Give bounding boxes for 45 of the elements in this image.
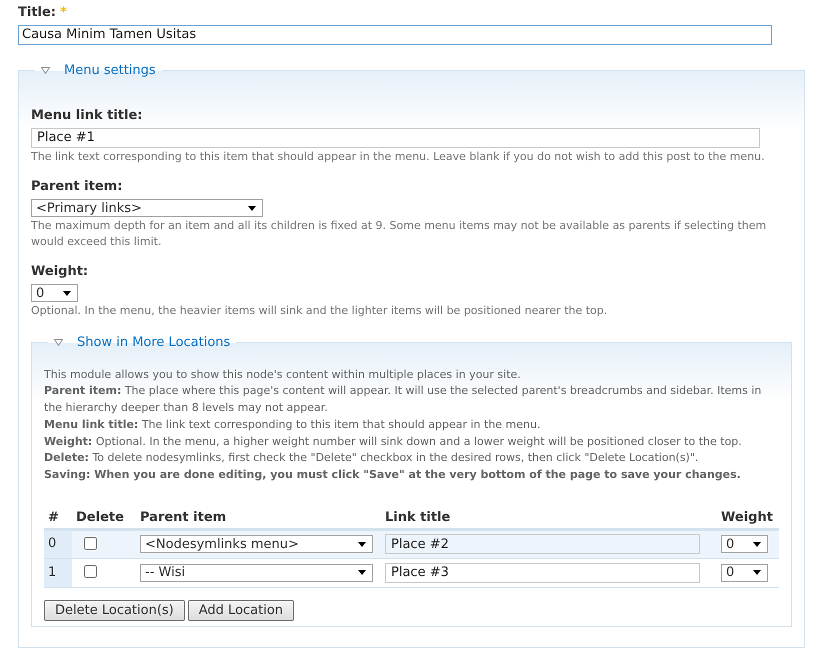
caret-icon bbox=[248, 206, 256, 210]
dropdown[interactable]: 0 bbox=[31, 284, 78, 302]
dropdown[interactable]: -- Wisi bbox=[140, 564, 373, 582]
form-button[interactable]: Add Location bbox=[188, 600, 294, 621]
checkbox[interactable] bbox=[84, 536, 97, 550]
help-text: Parent item: The place where this page's content will appear. It will use the selected parent's breadcrumbs and sidebar. Items in the hierarchy deeper than 8 levels may not appear. bbox=[44, 383, 762, 416]
required-mark: * bbox=[60, 5, 67, 21]
collapse-triangle-icon[interactable] bbox=[41, 67, 50, 74]
input-field[interactable]: Place #3 bbox=[385, 562, 700, 583]
checkbox[interactable] bbox=[84, 564, 97, 578]
field-description: Optional. In the menu, the heavier items will sink and the lighter items will be positioned nearer the top. bbox=[31, 303, 608, 319]
table-cell: 0 bbox=[44, 529, 72, 558]
help-text: Menu link title: The link text corresponding to this item that should appear in the menu. bbox=[44, 416, 542, 433]
column-header: Parent item bbox=[136, 508, 381, 530]
dropdown[interactable]: 0 bbox=[721, 564, 768, 582]
input-field[interactable]: Place #1 bbox=[31, 128, 760, 148]
input-field[interactable]: Place #2 bbox=[385, 534, 700, 554]
dropdown[interactable]: 0 bbox=[721, 535, 768, 554]
fieldset-legend-link[interactable]: Menu settings bbox=[64, 61, 156, 80]
column-header: Delete bbox=[72, 508, 136, 530]
dropdown[interactable]: <Nodesymlinks menu> bbox=[140, 535, 373, 554]
caret-icon bbox=[358, 570, 366, 576]
column-header: Weight bbox=[717, 508, 779, 530]
column-header: # bbox=[44, 508, 72, 530]
field-label: Menu link title: bbox=[31, 108, 144, 124]
help-text: Weight: Optional. In the menu, a higher weight number will sink down and a lower weight will be positioned closer to the top. bbox=[44, 434, 743, 450]
field-label: Title: bbox=[18, 5, 56, 21]
input-field[interactable]: Causa Minim Tamen Usitas bbox=[18, 24, 772, 44]
form-button[interactable]: Delete Location(s) bbox=[44, 600, 185, 621]
field-description: The maximum depth for an item and all its children is fixed at 9. Some menu items may not be available as parents if selecting them would exceed this limit. bbox=[31, 218, 768, 250]
caret-icon bbox=[753, 542, 761, 547]
table-cell: 1 bbox=[44, 558, 72, 588]
field-description: The link text corresponding to this item that should appear in the menu. Leave blank if you do not wish to add this post to the menu. bbox=[31, 149, 766, 165]
field-label: Parent item: bbox=[31, 179, 124, 195]
collapse-triangle-icon[interactable] bbox=[54, 339, 63, 346]
field-label: Weight: bbox=[31, 264, 90, 280]
help-text: Saving: When you are done editing, you must click "Save" at the very bottom of the page to save your changes. bbox=[44, 467, 742, 484]
column-header: Link title bbox=[381, 508, 717, 530]
caret-icon bbox=[63, 290, 71, 296]
caret-icon bbox=[358, 542, 366, 547]
help-text: Delete: To delete nodesymlinks, first check the "Delete" checkbox in the desired rows, then click "Delete Location(s)". bbox=[44, 450, 700, 466]
fieldset-legend-link[interactable]: Show in More Locations bbox=[77, 333, 230, 352]
caret-icon bbox=[753, 570, 761, 576]
dropdown[interactable]: <Primary links> bbox=[31, 199, 263, 217]
help-text: This module allows you to show this node's content within multiple places in your site. bbox=[44, 366, 522, 382]
